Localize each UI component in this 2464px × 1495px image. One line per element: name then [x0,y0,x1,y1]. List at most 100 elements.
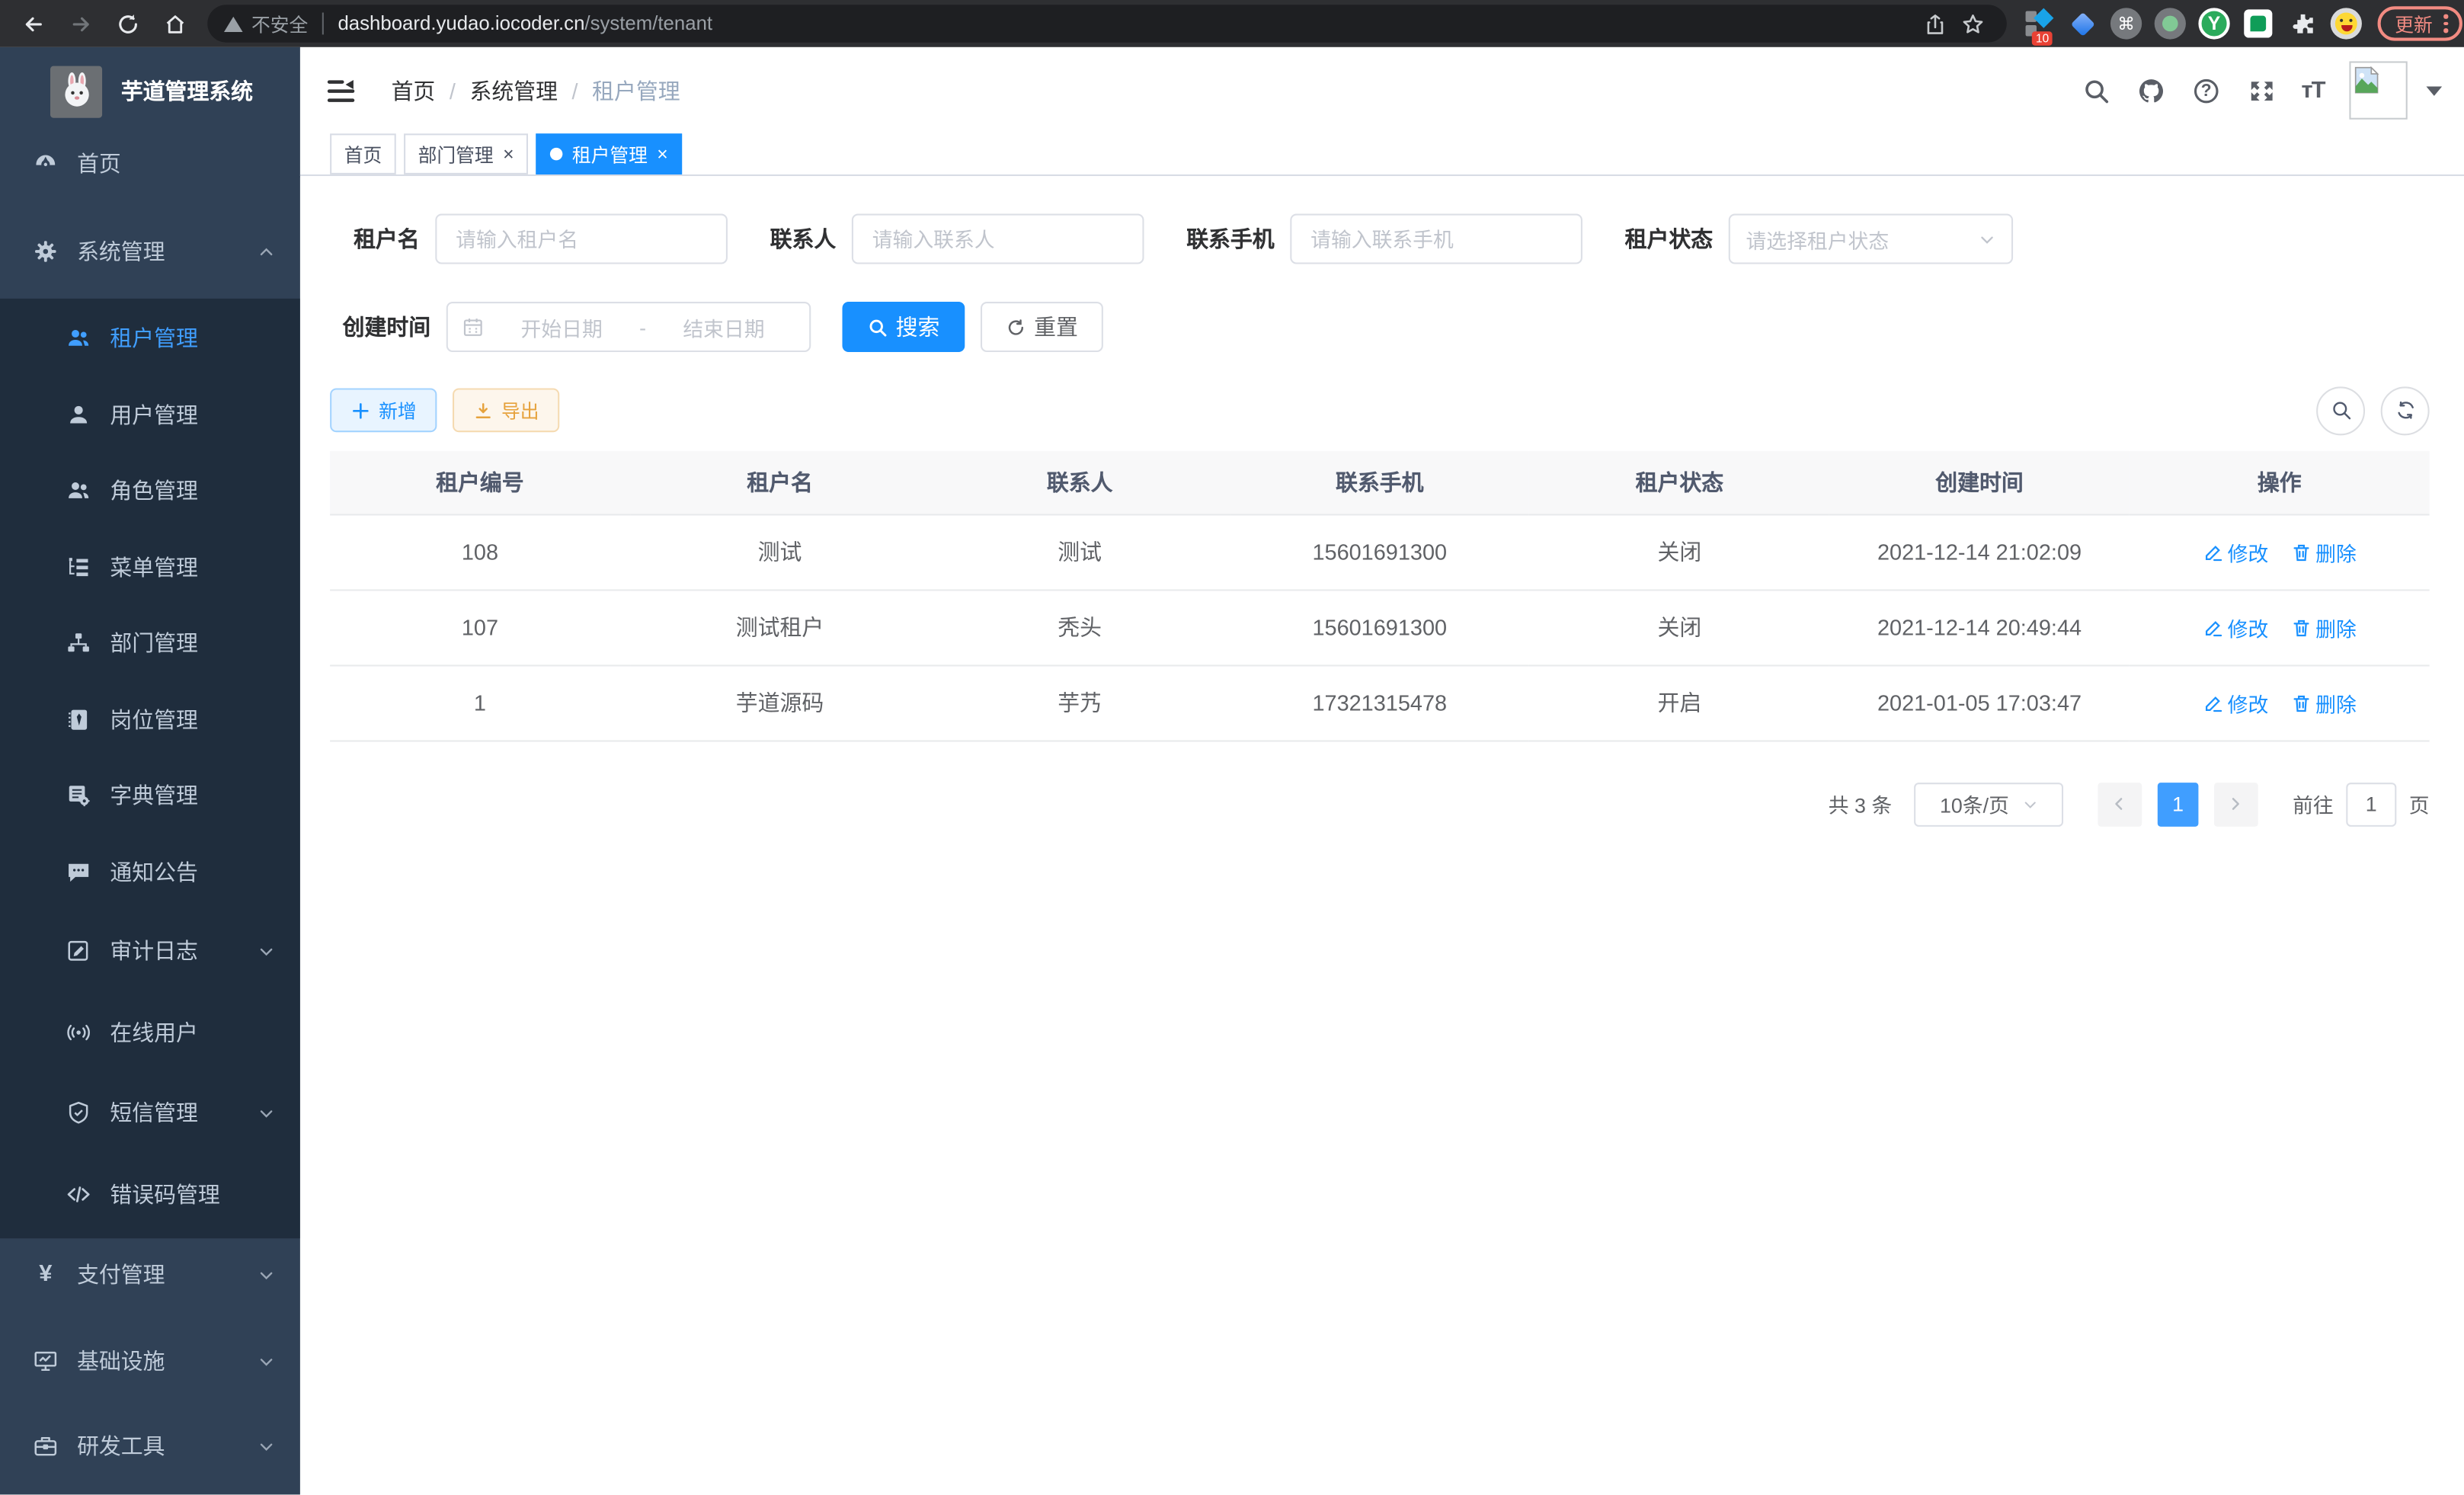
sidebar-item-pay[interactable]: ¥ 支付管理 [0,1240,300,1309]
sidebar-item-tenant[interactable]: 租户管理 [0,303,300,373]
cell-contact: 秃头 [930,589,1230,664]
sidebar-item-dept[interactable]: 部门管理 [0,608,300,677]
sidebar: 芋道管理系统 首页 系统管理 租户管理 用户管理 角色管理 菜单 [0,47,300,1495]
gear-icon [33,239,58,264]
page-size-select[interactable]: 10条/页 [1914,782,2063,826]
extension-command-icon[interactable]: ⌘ [2110,8,2142,39]
reset-button[interactable]: 重置 [981,302,1103,352]
extension-tampermonkey-icon[interactable]: 10 [2022,8,2053,39]
delete-link[interactable]: 删除 [2290,612,2357,642]
tenant-name-input[interactable] [435,214,728,264]
browser-menu-icon[interactable] [2439,14,2453,33]
cell-tenant-id: 107 [330,589,630,664]
tab-dept[interactable]: 部门管理 × [404,133,528,174]
close-icon[interactable]: × [503,143,514,165]
edit-link[interactable]: 修改 [2203,612,2269,642]
current-page-button[interactable]: 1 [2158,782,2199,826]
add-button[interactable]: 新增 [330,388,437,432]
sidebar-item-system[interactable]: 系统管理 [0,217,300,287]
sidebar-item-role[interactable]: 角色管理 [0,456,300,525]
sidebar-item-menu[interactable]: 菜单管理 [0,533,300,602]
edit-link[interactable]: 修改 [2203,536,2269,566]
chrome-update-button[interactable]: 更新 [2378,6,2462,40]
extension-chat-icon[interactable] [2242,8,2274,39]
tab-home[interactable]: 首页 [330,133,396,174]
next-page-button[interactable] [2214,782,2258,826]
prev-page-button[interactable] [2098,782,2142,826]
toggle-search-button[interactable] [2316,386,2365,434]
contact-input[interactable] [852,214,1144,264]
search-button[interactable]: 搜索 [843,302,965,352]
user-avatar[interactable] [2349,61,2407,119]
sidebar-item-infra[interactable]: 基础设施 [0,1327,300,1396]
sidebar-item-label: 通知公告 [110,856,198,888]
sidebar-item-sms[interactable]: 短信管理 [0,1078,300,1148]
fullscreen-icon[interactable] [2246,75,2276,105]
sidebar-item-online-user[interactable]: 在线用户 [0,998,300,1068]
refresh-table-button[interactable] [2381,386,2430,434]
browser-reload-button[interactable] [104,3,151,44]
breadcrumb-home[interactable]: 首页 [392,75,436,106]
sidebar-item-audit-log[interactable]: 审计日志 [0,916,300,985]
edit-icon [2203,617,2223,638]
extensions-puzzle-icon[interactable] [2286,8,2318,39]
edit-link[interactable]: 修改 [2203,687,2269,717]
browser-home-button[interactable] [151,3,198,44]
cell-tenant-id: 108 [330,514,630,589]
share-icon[interactable] [1915,3,1954,44]
sidebar-item-label: 租户管理 [110,322,198,354]
export-button[interactable]: 导出 [453,388,559,432]
extension-badge: 10 [2032,30,2053,46]
url-path: /system/tenant [584,13,712,35]
bookmark-star-icon[interactable] [1954,3,1992,44]
sidebar-item-dev-tools[interactable]: 研发工具 [0,1411,300,1481]
search-icon[interactable] [2082,75,2111,105]
table-row: 108 测试 测试 15601691300 关闭 2021-12-14 21:0… [330,514,2430,589]
browser-back-button[interactable] [9,3,56,44]
goto-page-input[interactable] [2346,782,2396,826]
date-range-picker[interactable]: 开始日期 - 结束日期 [446,302,811,352]
sidebar-item-notice[interactable]: 通知公告 [0,837,300,907]
extension-circle-icon[interactable] [2155,8,2186,39]
font-size-icon[interactable]: тT [2301,77,2324,104]
breadcrumb-system[interactable]: 系统管理 [469,75,558,106]
github-icon[interactable] [2136,75,2166,105]
cell-mobile: 15601691300 [1230,514,1530,589]
people-icon [66,478,91,503]
sidebar-item-label: 支付管理 [77,1259,165,1290]
sidebar-collapse-icon[interactable] [325,75,357,106]
security-indicator[interactable]: 不安全 [223,10,308,37]
address-bar[interactable]: 不安全 dashboard.yudao.iocoder.cn/system/te… [207,5,2007,43]
extension-y-icon[interactable]: Y [2198,8,2229,39]
extension-kite-icon[interactable] [2066,8,2098,39]
tree-list-icon [66,555,91,580]
sidebar-item-label: 错误码管理 [110,1179,219,1210]
sidebar-item-dict[interactable]: 字典管理 [0,760,300,830]
avatar-dropdown-caret[interactable] [2427,85,2443,94]
code-icon [66,1182,91,1207]
status-placeholder: 请选择租户状态 [1746,224,1978,254]
sidebar-item-label: 短信管理 [110,1097,198,1128]
cell-contact: 测试 [930,514,1230,589]
chevron-down-icon [2021,796,2037,812]
id-badge-icon [66,707,91,732]
help-icon[interactable]: ? [2191,75,2221,105]
user-icon [66,402,91,427]
close-icon[interactable]: × [657,143,667,165]
sidebar-item-post[interactable]: 岗位管理 [0,685,300,754]
app-logo[interactable]: 芋道管理系统 [0,47,300,136]
mobile-input[interactable] [1290,214,1582,264]
sidebar-item-user[interactable]: 用户管理 [0,380,300,450]
sidebar-item-home[interactable]: 首页 [0,129,300,198]
sidebar-item-label: 用户管理 [110,399,198,431]
broken-image-icon [2354,66,2379,94]
status-select[interactable]: 请选择租户状态 [1729,214,2013,264]
delete-link[interactable]: 删除 [2290,687,2357,717]
tab-tenant[interactable]: 租户管理 × [536,133,682,174]
sidebar-item-error-code[interactable]: 错误码管理 [0,1160,300,1229]
sidebar-item-label: 基础设施 [77,1346,165,1377]
cell-mobile: 15601691300 [1230,589,1530,664]
browser-forward-button[interactable] [56,3,104,44]
delete-link[interactable]: 删除 [2290,536,2357,566]
profile-avatar-icon[interactable] [2331,8,2362,39]
